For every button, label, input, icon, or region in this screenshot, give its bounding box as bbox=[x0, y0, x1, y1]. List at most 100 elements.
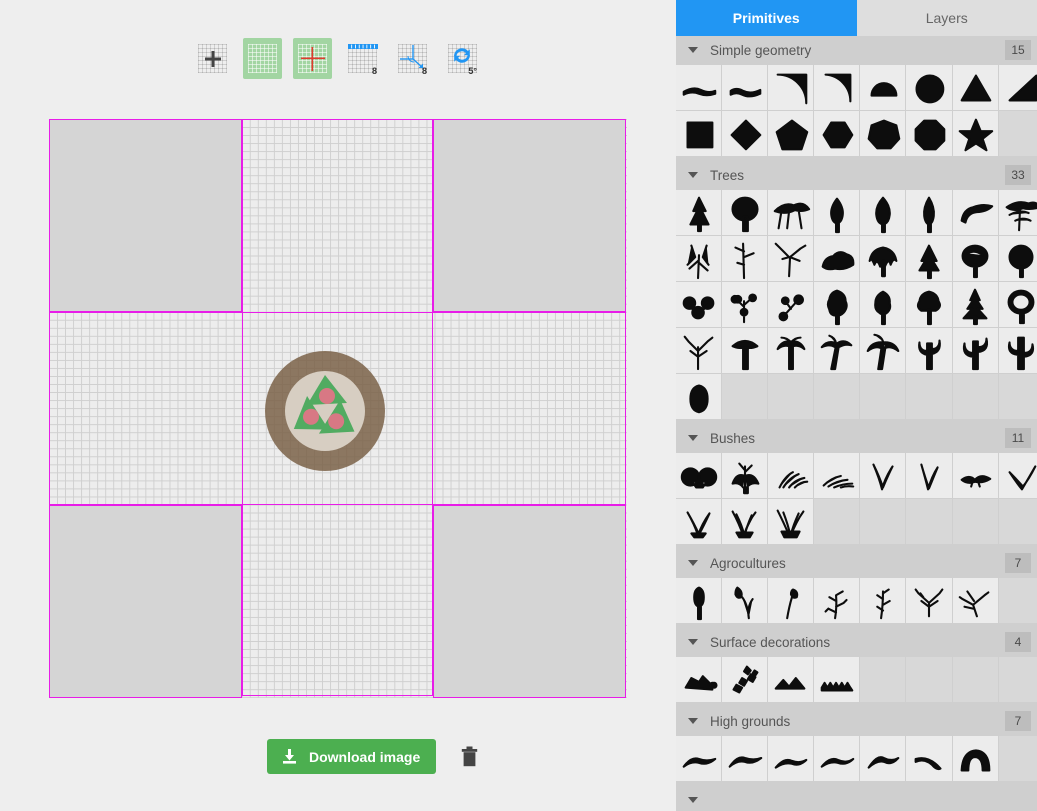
primitive-cactus-1[interactable] bbox=[906, 328, 952, 373]
primitive-pentagon[interactable] bbox=[768, 111, 814, 156]
primitive-triangle[interactable] bbox=[952, 65, 998, 110]
primitive-branch-spray-1[interactable] bbox=[906, 578, 952, 623]
primitive-square[interactable] bbox=[676, 111, 722, 156]
add-shape-tool[interactable] bbox=[193, 38, 232, 79]
primitive-grass-tuft-2[interactable] bbox=[814, 453, 860, 498]
primitive-bent-tree[interactable] bbox=[952, 190, 998, 235]
primitive-palm-1[interactable] bbox=[768, 328, 814, 373]
primitive-ripple-line[interactable] bbox=[814, 657, 860, 702]
primitive-poplar-1[interactable] bbox=[814, 190, 860, 235]
primitive-acacia-spread[interactable] bbox=[768, 190, 814, 235]
primitive-diamond[interactable] bbox=[722, 111, 768, 156]
download-image-button[interactable]: Download image bbox=[267, 739, 437, 774]
primitive-bare-branch-2[interactable] bbox=[722, 236, 768, 281]
primitive-slope-curve[interactable] bbox=[906, 736, 952, 781]
library-sections[interactable]: Simple geometry 15 Trees 33 Bushes 11 Agrocult… bbox=[676, 36, 1037, 811]
primitive-sapling-2[interactable] bbox=[768, 282, 814, 327]
chevron-down-icon[interactable] bbox=[688, 47, 698, 53]
primitive-octagon[interactable] bbox=[906, 111, 952, 156]
primitive-acacia-layered[interactable] bbox=[998, 190, 1037, 235]
primitive-palm-3[interactable] bbox=[860, 328, 906, 373]
primitive-conifer-narrow[interactable] bbox=[676, 190, 722, 235]
primitive-star[interactable] bbox=[952, 111, 998, 156]
primitive-vine-sprig-1[interactable] bbox=[814, 578, 860, 623]
chevron-down-icon[interactable] bbox=[688, 639, 698, 645]
grid-subdivision-tool[interactable]: 8 bbox=[343, 38, 382, 79]
section-header-more[interactable] bbox=[676, 786, 1037, 811]
primitive-poplar-3[interactable] bbox=[906, 190, 952, 235]
section-header-high-grounds[interactable]: High grounds 7 bbox=[676, 707, 1037, 735]
primitive-poppy-pair[interactable] bbox=[722, 578, 768, 623]
primitive-cactus-3[interactable] bbox=[998, 328, 1037, 373]
section-header-bushes[interactable]: Bushes 11 bbox=[676, 424, 1037, 452]
primitive-oak-outline[interactable] bbox=[998, 282, 1037, 327]
primitive-grass-tuft-1[interactable] bbox=[768, 453, 814, 498]
chevron-down-icon[interactable] bbox=[688, 797, 698, 803]
primitive-round-tree[interactable] bbox=[722, 190, 768, 235]
primitive-cluster-tree[interactable] bbox=[676, 282, 722, 327]
primitive-poplar-2[interactable] bbox=[860, 190, 906, 235]
primitive-bush-flowering[interactable] bbox=[722, 453, 768, 498]
tab-primitives[interactable]: Primitives bbox=[676, 0, 857, 36]
primitive-grass-clump-3[interactable] bbox=[768, 499, 814, 544]
primitive-quarter-disc[interactable] bbox=[814, 65, 860, 110]
crosshair-snap-tool[interactable] bbox=[293, 38, 332, 79]
primitive-vine-sprig-2[interactable] bbox=[860, 578, 906, 623]
primitive-blob-flat-2[interactable] bbox=[722, 65, 768, 110]
primitive-low-spread[interactable] bbox=[952, 453, 998, 498]
primitive-bushy-tree-2[interactable] bbox=[860, 282, 906, 327]
primitive-grass-clump-2[interactable] bbox=[722, 499, 768, 544]
chevron-down-icon[interactable] bbox=[688, 172, 698, 178]
delete-all-button[interactable] bbox=[458, 743, 481, 770]
primitive-mound-pair[interactable] bbox=[768, 657, 814, 702]
primitive-hill-low-3[interactable] bbox=[768, 736, 814, 781]
plate-top-right[interactable] bbox=[433, 119, 626, 312]
angle-snap-tool[interactable]: 8 bbox=[393, 38, 432, 79]
primitive-hill-low-4[interactable] bbox=[814, 736, 860, 781]
grid-snap-tool[interactable] bbox=[243, 38, 282, 79]
primitive-quarter-concave[interactable] bbox=[768, 65, 814, 110]
primitive-grass-clump-1[interactable] bbox=[676, 499, 722, 544]
primitive-grass-blade-1[interactable] bbox=[860, 453, 906, 498]
primitive-arch-ridge[interactable] bbox=[952, 736, 998, 781]
primitive-mushroom-tree[interactable] bbox=[722, 328, 768, 373]
primitive-bare-branch-1[interactable] bbox=[676, 236, 722, 281]
primitive-weeping-tree[interactable] bbox=[860, 236, 906, 281]
primitive-hexagon[interactable] bbox=[814, 111, 860, 156]
primitive-blob-flat-1[interactable] bbox=[676, 65, 722, 110]
primitive-hill-peak[interactable] bbox=[860, 736, 906, 781]
primitive-pebble-trail[interactable] bbox=[722, 657, 768, 702]
plate-top-left[interactable] bbox=[49, 119, 242, 312]
primitive-bushy-tree-1[interactable] bbox=[814, 282, 860, 327]
primitive-single-flower[interactable] bbox=[768, 578, 814, 623]
primitive-dead-tree[interactable] bbox=[676, 328, 722, 373]
primitive-round-tree-2[interactable] bbox=[952, 236, 998, 281]
primitive-hill-low-1[interactable] bbox=[676, 736, 722, 781]
primitive-fir-small[interactable] bbox=[906, 236, 952, 281]
primitive-pine-tree[interactable] bbox=[952, 282, 998, 327]
primitive-circle[interactable] bbox=[906, 65, 952, 110]
primitive-hill-low-2[interactable] bbox=[722, 736, 768, 781]
primitive-branch-spray-2[interactable] bbox=[952, 578, 998, 623]
primitive-right-triangle[interactable] bbox=[998, 65, 1037, 110]
primitive-bushy-tree-3[interactable] bbox=[906, 282, 952, 327]
chevron-down-icon[interactable] bbox=[688, 718, 698, 724]
pizza-plate-sprite[interactable] bbox=[263, 349, 387, 473]
tab-layers[interactable]: Layers bbox=[856, 0, 1037, 36]
drawing-canvas[interactable] bbox=[49, 119, 627, 698]
primitive-heptagon[interactable] bbox=[860, 111, 906, 156]
plate-bottom-left[interactable] bbox=[49, 505, 242, 698]
primitive-palm-2[interactable] bbox=[814, 328, 860, 373]
primitive-cactus-2[interactable] bbox=[952, 328, 998, 373]
primitive-rocks-cluster[interactable] bbox=[676, 657, 722, 702]
primitive-bush-round[interactable] bbox=[676, 453, 722, 498]
primitive-half-disc[interactable] bbox=[860, 65, 906, 110]
primitive-round-tree-3[interactable] bbox=[998, 236, 1037, 281]
section-header-agrocultures[interactable]: Agrocultures 7 bbox=[676, 549, 1037, 577]
chevron-down-icon[interactable] bbox=[688, 435, 698, 441]
primitive-single-blade[interactable] bbox=[998, 453, 1037, 498]
primitive-cattail[interactable] bbox=[676, 578, 722, 623]
section-header-surface-decorations[interactable]: Surface decorations 4 bbox=[676, 628, 1037, 656]
primitive-sapling-1[interactable] bbox=[722, 282, 768, 327]
section-header-trees[interactable]: Trees 33 bbox=[676, 161, 1037, 189]
